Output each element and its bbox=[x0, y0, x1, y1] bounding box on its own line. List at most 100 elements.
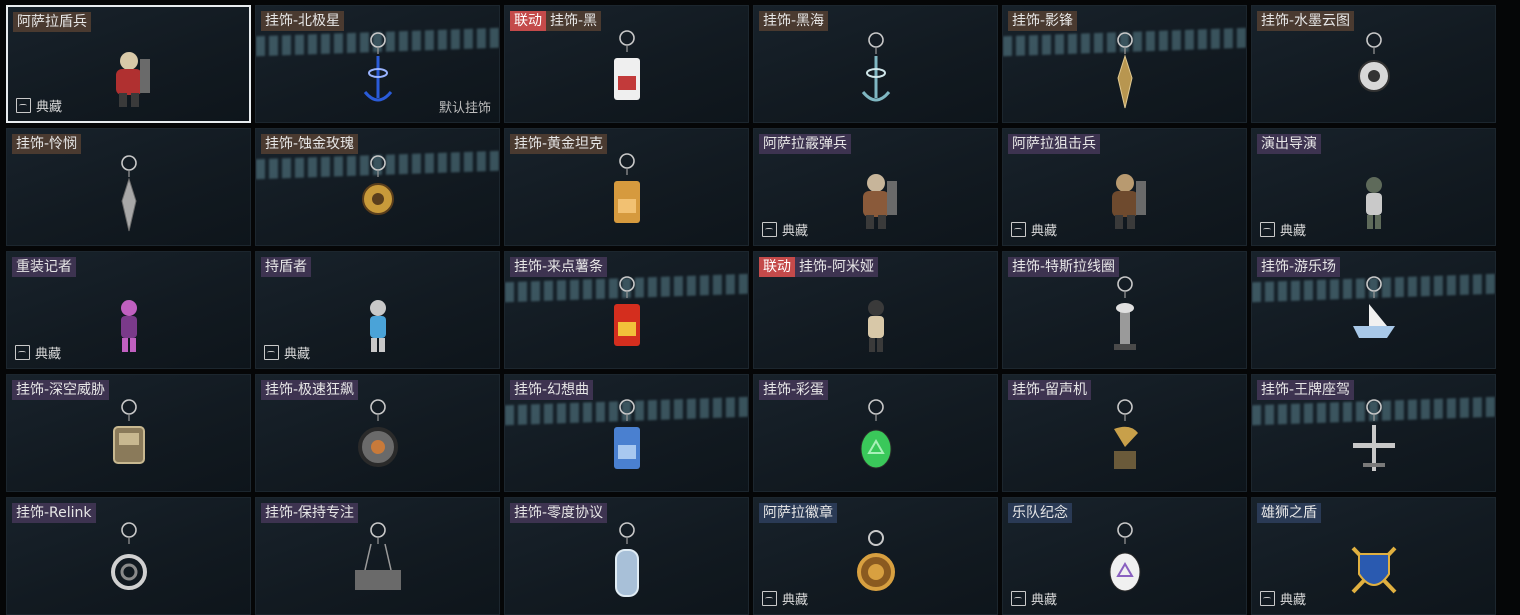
charm-image bbox=[841, 151, 911, 241]
charm-image bbox=[1339, 151, 1409, 241]
card-label: 挂饰-保持专注 bbox=[261, 503, 359, 523]
card-label: 联动 挂饰-阿米娅 bbox=[759, 257, 879, 277]
charm-image bbox=[343, 520, 413, 610]
card-label: 挂饰-水墨云图 bbox=[1257, 11, 1355, 31]
card-label: 阿萨拉徽章 bbox=[759, 503, 837, 523]
card-label: 雄狮之盾 bbox=[1257, 503, 1321, 523]
charm-card[interactable]: 挂饰-彩蛋 bbox=[753, 374, 998, 492]
charm-card[interactable]: 挂饰-Relink bbox=[6, 497, 251, 615]
charm-image bbox=[592, 274, 662, 364]
card-name: 雄狮之盾 bbox=[1257, 503, 1321, 523]
charm-image bbox=[1090, 274, 1160, 364]
charm-image bbox=[94, 520, 164, 610]
card-name: 阿萨拉盾兵 bbox=[13, 12, 91, 32]
collection-badge: 典藏 bbox=[264, 343, 310, 362]
charm-image bbox=[841, 397, 911, 487]
charm-card[interactable]: 演出导演典藏 bbox=[1251, 128, 1496, 246]
charm-card[interactable]: 挂饰-极速狂飙 bbox=[255, 374, 500, 492]
charm-image bbox=[1339, 274, 1409, 364]
card-name: 挂饰-保持专注 bbox=[261, 503, 359, 523]
collab-tag: 联动 bbox=[510, 11, 546, 31]
charm-image bbox=[592, 151, 662, 241]
charm-image bbox=[1090, 397, 1160, 487]
charm-card[interactable]: 阿萨拉徽章 典藏 bbox=[753, 497, 998, 615]
charm-card[interactable]: 阿萨拉霰弹兵 典藏 bbox=[753, 128, 998, 246]
collection-label: 典藏 bbox=[1031, 593, 1058, 608]
charm-image bbox=[1090, 28, 1160, 118]
charm-card[interactable]: 阿萨拉盾兵 典藏 bbox=[6, 5, 251, 123]
charm-card[interactable]: 挂饰-怜悯 bbox=[6, 128, 251, 246]
card-name: 挂饰-黑 bbox=[546, 11, 602, 31]
charm-card[interactable]: 挂饰-蚀金玫瑰 bbox=[255, 128, 500, 246]
collection-label: 典藏 bbox=[36, 100, 63, 115]
collection-badge: 典藏 bbox=[1011, 589, 1057, 608]
charm-image bbox=[343, 397, 413, 487]
card-name: 挂饰-幻想曲 bbox=[510, 380, 594, 400]
charm-card[interactable]: 挂饰-幻想曲 bbox=[504, 374, 749, 492]
card-name: 阿萨拉徽章 bbox=[759, 503, 837, 523]
card-name: 挂饰-彩蛋 bbox=[759, 380, 829, 400]
card-name: 持盾者 bbox=[261, 257, 311, 277]
charm-image bbox=[94, 29, 164, 119]
card-label: 阿萨拉霰弹兵 bbox=[759, 134, 851, 154]
charm-image bbox=[1090, 151, 1160, 241]
card-name: 挂饰-王牌座驾 bbox=[1257, 380, 1355, 400]
card-label: 挂饰-蚀金玫瑰 bbox=[261, 134, 359, 154]
charm-card[interactable]: 挂饰-王牌座驾 bbox=[1251, 374, 1496, 492]
charm-card[interactable]: 挂饰-影锋 bbox=[1002, 5, 1247, 123]
card-label: 持盾者 bbox=[261, 257, 311, 277]
card-label: 挂饰-特斯拉线圈 bbox=[1008, 257, 1120, 277]
card-name: 挂饰-北极星 bbox=[261, 11, 345, 31]
charm-card[interactable]: 联动 挂饰-阿米娅 bbox=[753, 251, 998, 369]
card-label: 挂饰-黄金坦克 bbox=[510, 134, 608, 154]
card-label: 挂饰-极速狂飙 bbox=[261, 380, 359, 400]
charm-card[interactable]: 重装记者 典藏 bbox=[6, 251, 251, 369]
charm-card[interactable]: 挂饰-黑海 bbox=[753, 5, 998, 123]
charm-card[interactable]: 挂饰-深空威胁 bbox=[6, 374, 251, 492]
charm-card[interactable]: 挂饰-留声机 bbox=[1002, 374, 1247, 492]
charm-card[interactable]: 联动 挂饰-黑 bbox=[504, 5, 749, 123]
collection-icon bbox=[15, 345, 30, 360]
card-label: 阿萨拉狙击兵 bbox=[1008, 134, 1100, 154]
charm-card[interactable]: 雄狮之盾 典藏 bbox=[1251, 497, 1496, 615]
charm-card[interactable]: 挂饰-游乐场 bbox=[1251, 251, 1496, 369]
card-name: 挂饰-阿米娅 bbox=[795, 257, 879, 277]
charm-card[interactable]: 挂饰-保持专注 bbox=[255, 497, 500, 615]
charm-card[interactable]: 挂饰-北极星 默认挂饰 bbox=[255, 5, 500, 123]
charm-card[interactable]: 阿萨拉狙击兵 典藏 bbox=[1002, 128, 1247, 246]
card-name: 乐队纪念 bbox=[1008, 503, 1072, 523]
charm-image bbox=[841, 28, 911, 118]
collection-badge: 典藏 bbox=[762, 220, 808, 239]
charm-grid: 阿萨拉盾兵 典藏 挂饰-北极星 默认挂饰 联动 挂饰-黑 挂饰-黑海 挂饰-影锋 挂饰-水墨云图… bbox=[6, 5, 1496, 615]
charm-image bbox=[1339, 397, 1409, 487]
card-label: 挂饰-王牌座驾 bbox=[1257, 380, 1355, 400]
charm-card[interactable]: 乐队纪念典藏 bbox=[1002, 497, 1247, 615]
card-name: 演出导演 bbox=[1257, 134, 1321, 154]
charm-card[interactable]: 挂饰-来点薯条 bbox=[504, 251, 749, 369]
charm-image bbox=[841, 520, 911, 610]
collection-badge: 典藏 bbox=[1260, 589, 1306, 608]
charm-card[interactable]: 挂饰-水墨云图 bbox=[1251, 5, 1496, 123]
charm-card[interactable]: 挂饰-黄金坦克 bbox=[504, 128, 749, 246]
card-label: 阿萨拉盾兵 bbox=[13, 12, 91, 32]
collection-badge: 典藏 bbox=[1260, 220, 1306, 239]
charm-image bbox=[94, 274, 164, 364]
charm-image bbox=[1339, 520, 1409, 610]
card-name: 挂饰-水墨云图 bbox=[1257, 11, 1355, 31]
card-name: 挂饰-特斯拉线圈 bbox=[1008, 257, 1120, 277]
collection-badge: 典藏 bbox=[1011, 220, 1057, 239]
collection-label: 典藏 bbox=[1280, 224, 1307, 239]
card-name: 阿萨拉霰弹兵 bbox=[759, 134, 851, 154]
collection-icon bbox=[762, 222, 777, 237]
collection-badge: 典藏 bbox=[762, 589, 808, 608]
card-label: 乐队纪念 bbox=[1008, 503, 1072, 523]
collection-label: 典藏 bbox=[782, 593, 809, 608]
charm-card[interactable]: 持盾者典藏 bbox=[255, 251, 500, 369]
charm-card[interactable]: 挂饰-特斯拉线圈 bbox=[1002, 251, 1247, 369]
card-name: 挂饰-黄金坦克 bbox=[510, 134, 608, 154]
collection-label: 典藏 bbox=[284, 347, 311, 362]
card-label: 挂饰-深空威胁 bbox=[12, 380, 110, 400]
card-label: 重装记者 bbox=[12, 257, 76, 277]
charm-image bbox=[94, 151, 164, 241]
charm-card[interactable]: 挂饰-零度协议 bbox=[504, 497, 749, 615]
